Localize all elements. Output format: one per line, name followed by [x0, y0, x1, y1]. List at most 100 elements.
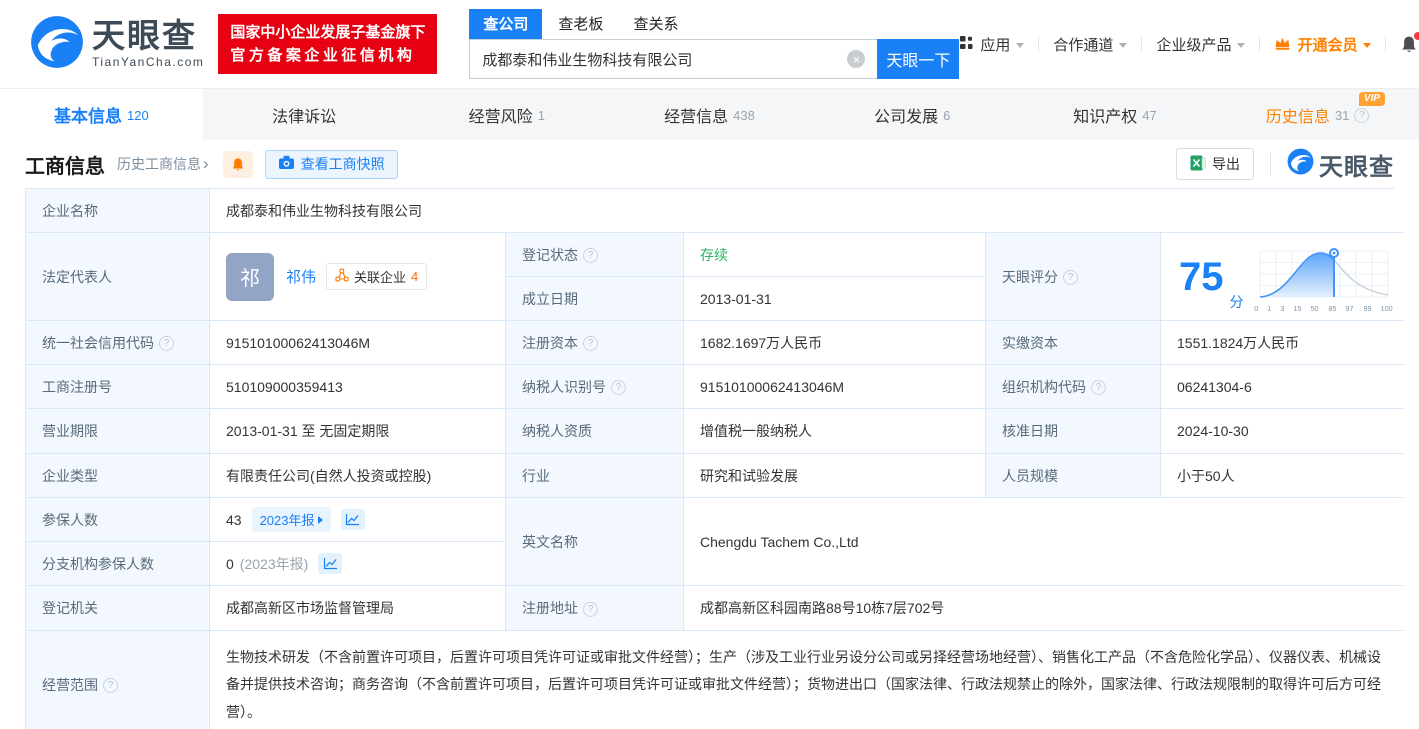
- industry-label: 行业: [506, 454, 684, 498]
- label-text: 注册地址: [522, 600, 578, 616]
- tab-legal-proceedings[interactable]: 法律诉讼: [203, 89, 406, 140]
- tab-count: 438: [733, 108, 755, 123]
- approval-date-value: 2024-10-30: [1161, 409, 1404, 454]
- establish-date-label: 成立日期: [506, 277, 684, 321]
- camera-icon: [278, 155, 295, 173]
- chevron-down-icon: [1363, 42, 1372, 48]
- tab-label: 经营风险: [468, 108, 533, 126]
- tab-basic-info[interactable]: 基本信息 120: [0, 89, 203, 140]
- tab-count: 120: [127, 108, 149, 123]
- industry-value: 研究和试验发展: [684, 454, 986, 498]
- chevron-down-icon: [1237, 42, 1246, 48]
- legal-rep-avatar[interactable]: 祁: [226, 252, 274, 301]
- tab-history-info[interactable]: VIP 历史信息 31: [1216, 89, 1419, 140]
- label-text: 纳税人识别号: [522, 378, 606, 395]
- nav-open-vip[interactable]: 开通会员: [1274, 34, 1372, 55]
- triangle-right-icon: [317, 515, 323, 524]
- tab-count: 31: [1334, 108, 1350, 123]
- vip-badge: VIP: [1358, 92, 1386, 106]
- top-nav: 应用 合作通道 企业级产品 开通会员: [959, 31, 1419, 55]
- company-name-label: 企业名称: [26, 189, 210, 233]
- insured-count-label: 参保人数: [26, 498, 210, 542]
- insured-trend-chart-button[interactable]: [340, 509, 365, 530]
- reg-status-label: 登记状态: [506, 233, 684, 277]
- divider: [1259, 36, 1261, 52]
- reg-address-value: 成都高新区科园南路88号10栋7层702号: [684, 586, 1404, 631]
- brand-label: 天眼查: [1319, 153, 1394, 181]
- tab-company-development[interactable]: 公司发展 6: [811, 89, 1014, 140]
- reg-address-label: 注册地址: [506, 586, 684, 631]
- search-input[interactable]: [469, 39, 878, 79]
- divider: [1385, 36, 1387, 52]
- paid-capital-value: 1551.1824万人民币: [1161, 321, 1404, 365]
- branch-insured-value: 0: [226, 555, 234, 572]
- tianyan-score-cell[interactable]: 75 分 0 1 3 15 50 85 97 99 100: [1161, 233, 1404, 321]
- view-business-snapshot-button[interactable]: 查看工商快照: [264, 149, 398, 179]
- help-icon[interactable]: [1063, 270, 1078, 285]
- reg-authority-label: 登记机关: [26, 586, 210, 631]
- tab-label: 知识产权: [1073, 108, 1138, 126]
- english-name-label: 英文名称: [506, 498, 684, 586]
- divider: [1270, 152, 1271, 176]
- taxpayer-quality-label: 纳税人资质: [506, 409, 684, 454]
- company-type-value: 有限责任公司(自然人投资或控股): [210, 454, 506, 498]
- tab-label: 经营信息: [664, 108, 729, 126]
- annual-report-badge[interactable]: 2023年报: [251, 507, 331, 532]
- tab-operation-info[interactable]: 经营信息 438: [608, 89, 811, 140]
- tab-operation-risk[interactable]: 经营风险 1: [405, 89, 608, 140]
- chevron-down-icon: [1119, 42, 1128, 48]
- nav-partner-channel[interactable]: 合作通道: [1053, 34, 1128, 55]
- label-text: 经营范围: [42, 676, 98, 693]
- search-tab-boss[interactable]: 查老板: [544, 9, 617, 39]
- business-scope-value: 生物技术研发（不含前置许可项目，后置许可项目凭许可证或审批文件经营）；生产（涉及…: [210, 631, 1404, 729]
- tab-count: 47: [1142, 108, 1157, 123]
- branch-insured-cell: 0 (2023年报): [210, 542, 506, 586]
- tianyancha-logo-icon: [30, 15, 84, 74]
- help-icon[interactable]: [583, 336, 598, 351]
- apps-grid-icon: [959, 35, 974, 54]
- nav-enterprise-products[interactable]: 企业级产品: [1156, 34, 1246, 55]
- help-icon[interactable]: [159, 336, 174, 351]
- approval-date-label: 核准日期: [986, 409, 1161, 454]
- tab-count: 1: [537, 108, 545, 123]
- help-icon[interactable]: [583, 248, 598, 263]
- tab-label: 历史信息: [1265, 108, 1330, 126]
- tab-label: 法律诉讼: [272, 108, 337, 126]
- search-tab-relation[interactable]: 查关系: [619, 9, 692, 39]
- related-companies-count: 4: [411, 269, 419, 284]
- gov-badge-line2: 官方备案企业征信机构: [230, 47, 416, 64]
- help-icon[interactable]: [583, 601, 598, 617]
- site-logo[interactable]: 天眼查 TianYanCha.com: [30, 15, 204, 74]
- related-companies-badge[interactable]: 关联企业 4: [326, 263, 428, 290]
- export-button[interactable]: 导出: [1176, 148, 1254, 180]
- credit-code-label: 统一社会信用代码: [26, 321, 210, 365]
- reg-capital-label: 注册资本: [506, 321, 684, 365]
- top-header: 天眼查 TianYanCha.com 国家中小企业发展子基金旗下 官方备案企业征…: [0, 0, 1419, 88]
- history-business-info-link[interactable]: 历史工商信息: [117, 154, 209, 174]
- company-type-label: 企业类型: [26, 454, 210, 498]
- monitor-bell-button[interactable]: [222, 150, 253, 178]
- branch-insured-label: 分支机构参保人数: [26, 542, 210, 586]
- reg-capital-value: 1682.1697万人民币: [684, 321, 986, 365]
- gov-badge-line1: 国家中小企业发展子基金旗下: [230, 23, 426, 41]
- help-icon[interactable]: [1354, 108, 1370, 123]
- branch-insured-trend-chart-button[interactable]: [318, 553, 343, 574]
- search-button[interactable]: 天眼一下: [877, 39, 960, 79]
- taxpayer-id-label: 纳税人识别号: [506, 365, 684, 409]
- divider: [1038, 36, 1040, 52]
- history-link-label: 历史工商信息: [117, 156, 201, 172]
- tab-label: 公司发展: [874, 108, 939, 126]
- help-icon[interactable]: [1091, 380, 1106, 395]
- nav-apps[interactable]: 应用: [959, 34, 1025, 55]
- tab-intellectual-property[interactable]: 知识产权 47: [1014, 89, 1217, 140]
- help-icon[interactable]: [611, 380, 626, 395]
- notifications-bell[interactable]: [1400, 31, 1419, 54]
- search-tab-company[interactable]: 查公司: [469, 9, 543, 39]
- watermark-brand-logo: 天眼查: [1287, 147, 1394, 182]
- help-icon[interactable]: [103, 678, 118, 694]
- taxpayer-quality-value: 增值税一般纳税人: [684, 409, 986, 454]
- tianyancha-logo-icon: [1287, 148, 1314, 180]
- reg-authority-value: 成都高新区市场监督管理局: [210, 586, 506, 631]
- legal-rep-name-link[interactable]: 祁伟: [286, 266, 316, 287]
- logo-title: 天眼查: [92, 17, 197, 54]
